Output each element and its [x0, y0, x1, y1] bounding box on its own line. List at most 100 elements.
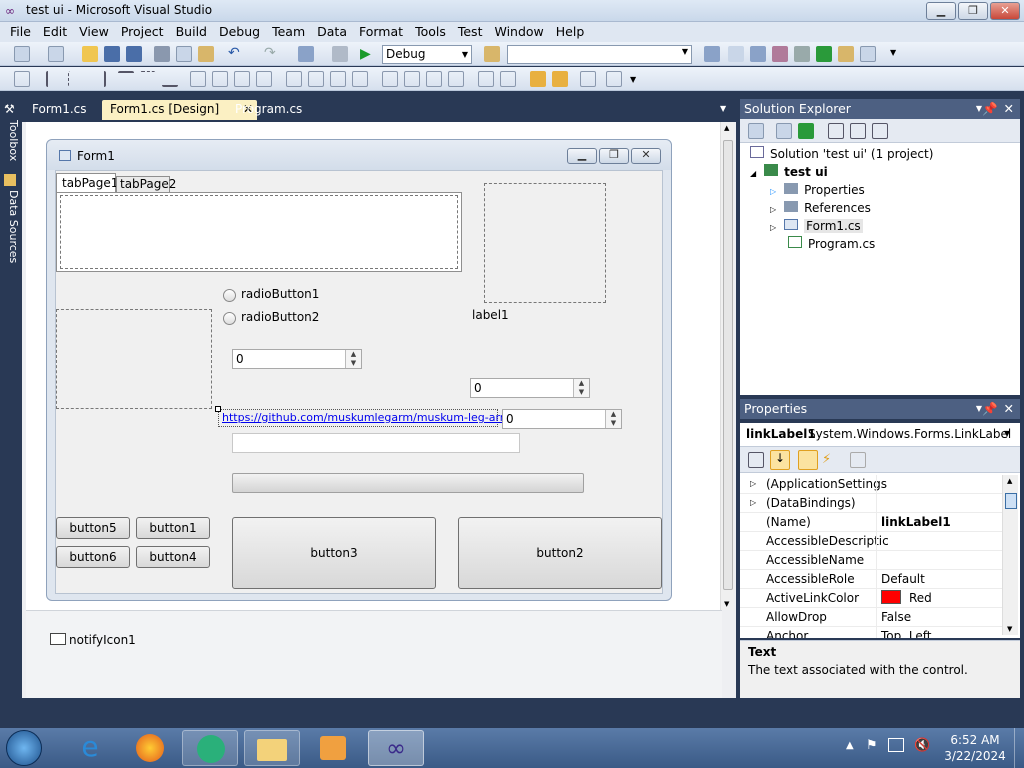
window-icon[interactable]: [860, 46, 876, 62]
find-in-files-icon[interactable]: [484, 46, 500, 62]
menu-view[interactable]: View: [73, 24, 115, 40]
send-to-back-icon[interactable]: [552, 71, 568, 87]
button-4[interactable]: button4: [136, 546, 210, 568]
properties-view-icon[interactable]: [798, 450, 818, 470]
menu-tools[interactable]: Tools: [409, 24, 452, 40]
property-row[interactable]: ▷ (ApplicationSettings: [740, 475, 1002, 494]
scroll-thumb[interactable]: [1005, 493, 1017, 509]
notify-icon-1[interactable]: notifyIcon1: [69, 633, 136, 647]
align-centers-icon[interactable]: [68, 71, 84, 87]
increase-vertical-spacing-icon[interactable]: [404, 71, 420, 87]
menu-debug[interactable]: Debug: [213, 24, 266, 40]
align-rights-icon[interactable]: [90, 71, 106, 87]
data-sources-icon[interactable]: [4, 174, 16, 186]
toolbox-icon[interactable]: ⚒: [4, 102, 15, 116]
menu-help[interactable]: Help: [550, 24, 591, 40]
show-desktop-button[interactable]: [1014, 728, 1024, 768]
remove-horizontal-spacing-icon[interactable]: [352, 71, 368, 87]
designer-scrollbar[interactable]: ▲ ▼: [720, 122, 734, 610]
radio-button-2[interactable]: [223, 312, 236, 325]
tools-icon[interactable]: [794, 46, 810, 62]
tree-item-form1[interactable]: ▷ Form1.cs: [770, 217, 863, 237]
collapsed-arrow-icon[interactable]: ▷: [770, 205, 776, 214]
close-button[interactable]: ✕: [990, 2, 1020, 20]
align-lefts-icon[interactable]: [46, 71, 62, 87]
tab-page-2[interactable]: tabPage2: [116, 176, 176, 193]
spin-arrows-icon[interactable]: ▲ ▼: [573, 379, 589, 397]
property-row[interactable]: ▷ (DataBindings): [740, 494, 1002, 513]
start-debugging-icon[interactable]: ▶: [360, 46, 376, 62]
tab-order-icon[interactable]: [580, 71, 596, 87]
spin-arrows-icon[interactable]: ▲ ▼: [605, 410, 621, 428]
button-3[interactable]: button3: [232, 517, 436, 589]
align-tops-icon[interactable]: [118, 71, 134, 87]
property-row[interactable]: (Name) linkLabel1: [740, 513, 1002, 532]
horizontal-spacing-equal-icon[interactable]: [286, 71, 302, 87]
paste-icon[interactable]: [198, 46, 214, 62]
solution-node[interactable]: Solution 'test ui' (1 project): [750, 145, 933, 163]
view-designer-icon[interactable]: [850, 123, 866, 139]
tab-program-cs[interactable]: Program.cs: [227, 100, 310, 120]
menu-project[interactable]: Project: [115, 24, 170, 40]
pin-icon[interactable]: 📌: [982, 99, 998, 119]
data-sources-tab[interactable]: Data Sources: [2, 190, 20, 263]
find-combo[interactable]: ▼: [507, 45, 692, 64]
properties-icon[interactable]: [748, 123, 764, 139]
bring-to-front-icon[interactable]: [530, 71, 546, 87]
open-folder-icon[interactable]: [82, 46, 98, 62]
toolbox-tab[interactable]: Toolbox: [2, 120, 20, 161]
center-vertically-icon[interactable]: [500, 71, 516, 87]
decrease-horizontal-spacing-icon[interactable]: [330, 71, 346, 87]
property-row[interactable]: ActiveLinkColor Red: [740, 589, 1002, 608]
align-bottoms-icon[interactable]: [162, 71, 178, 87]
make-same-width-icon[interactable]: [190, 71, 206, 87]
export-icon[interactable]: [816, 46, 832, 62]
solution-config-dropdown[interactable]: Debug ▼: [382, 45, 472, 64]
scroll-up-icon[interactable]: ▲: [1007, 477, 1012, 485]
lock-controls-icon[interactable]: [606, 71, 622, 87]
numeric-updown-1[interactable]: 0 ▲ ▼: [232, 349, 362, 369]
make-same-height-icon[interactable]: [212, 71, 228, 87]
radio-button-1-label[interactable]: radioButton1: [241, 287, 319, 301]
expanded-arrow-icon[interactable]: ◢: [750, 169, 756, 178]
start-button[interactable]: [6, 730, 42, 766]
save-all-icon[interactable]: [126, 46, 142, 62]
menu-edit[interactable]: Edit: [37, 24, 73, 40]
tab-form1-cs[interactable]: Form1.cs: [24, 100, 95, 120]
button-1[interactable]: button1: [136, 517, 210, 539]
solution-explorer-icon[interactable]: [704, 46, 720, 62]
vertical-spacing-equal-icon[interactable]: [382, 71, 398, 87]
link-label[interactable]: https://github.com/muskumlegarm/muskum-l…: [222, 411, 536, 424]
make-same-size-icon[interactable]: [234, 71, 250, 87]
size-to-grid-icon[interactable]: [256, 71, 272, 87]
tree-item-program[interactable]: Program.cs: [788, 235, 875, 253]
app-green-icon[interactable]: [182, 730, 238, 766]
clock[interactable]: 6:52 AM 3/22/2024: [940, 732, 1010, 764]
button-5[interactable]: button5: [56, 517, 130, 539]
show-hidden-icons-icon[interactable]: ▲: [846, 740, 854, 751]
file-explorer-icon[interactable]: [244, 730, 300, 766]
tab-control-body[interactable]: [56, 192, 462, 272]
categorized-icon[interactable]: [748, 452, 764, 468]
toolbar-overflow-icon[interactable]: ▼: [630, 75, 636, 84]
scroll-thumb[interactable]: [723, 140, 733, 590]
scroll-up-icon[interactable]: ▲: [724, 124, 729, 132]
toolbar-overflow-icon[interactable]: ▼: [890, 48, 896, 57]
volume-muted-icon[interactable]: 🔇: [914, 738, 930, 753]
pane-menu-icon[interactable]: ▼: [976, 399, 982, 419]
text-box[interactable]: [232, 433, 520, 453]
copy-icon[interactable]: [176, 46, 192, 62]
menu-file[interactable]: File: [4, 24, 37, 40]
object-browser-icon[interactable]: [750, 46, 766, 62]
property-row[interactable]: AccessibleName: [740, 551, 1002, 570]
picture-box[interactable]: [484, 183, 606, 303]
remove-vertical-spacing-icon[interactable]: [448, 71, 464, 87]
media-player-icon[interactable]: [306, 730, 362, 766]
align-middles-icon[interactable]: [140, 71, 156, 87]
new-project-icon[interactable]: [14, 46, 30, 62]
menu-build[interactable]: Build: [170, 24, 213, 40]
align-to-grid-icon[interactable]: [14, 71, 30, 87]
numeric-updown-2[interactable]: 0 ▲ ▼: [470, 378, 590, 398]
properties-window-icon[interactable]: [728, 46, 744, 62]
visual-studio-icon[interactable]: ∞: [368, 730, 424, 766]
